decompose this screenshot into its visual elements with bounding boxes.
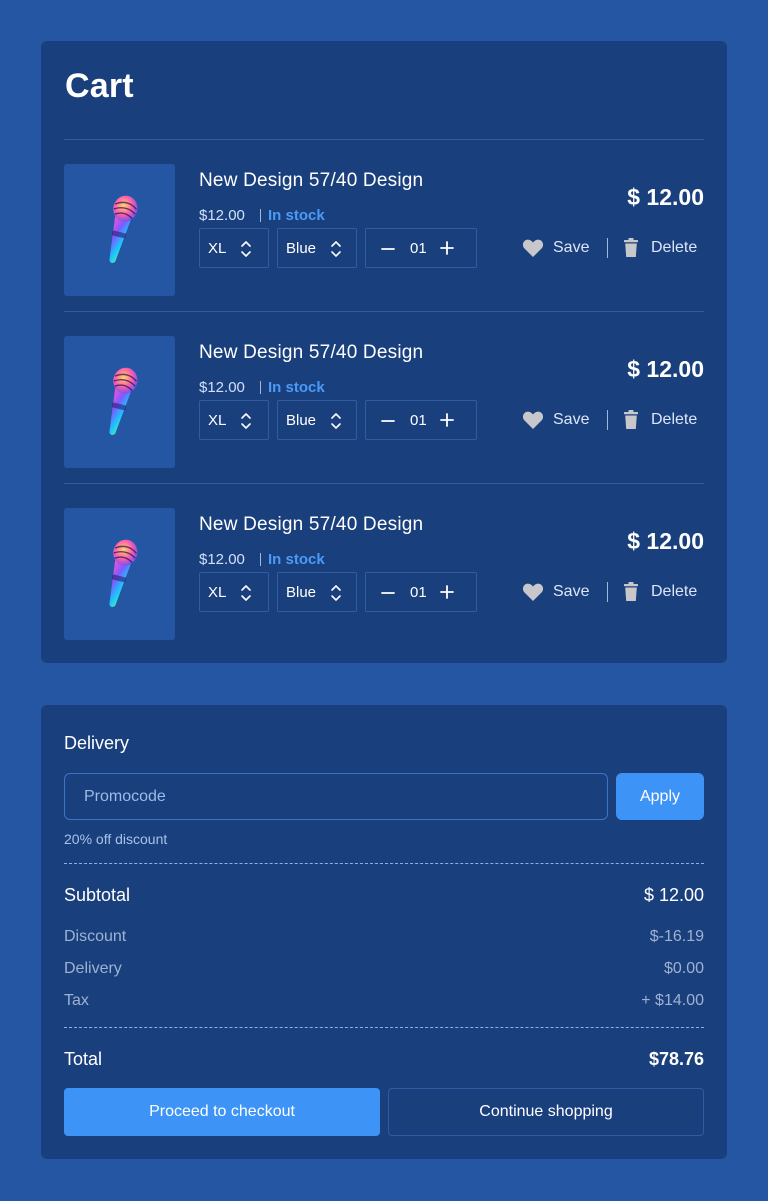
delivery-cost-value: $0.00 [663, 960, 704, 977]
minus-icon[interactable] [380, 413, 396, 429]
chevron-up-down-icon [241, 413, 251, 429]
save-label: Save [553, 411, 590, 428]
cart-item: New Design 57/40 Design $12.00 In stock … [41, 140, 727, 312]
quantity-stepper: 01 [365, 400, 477, 440]
plus-icon[interactable] [439, 412, 455, 428]
delete-label: Delete [651, 411, 698, 428]
checkout-button[interactable]: Proceed to checkout [64, 1088, 380, 1136]
microphone-icon [108, 195, 137, 264]
item-price: $ 12.00 [627, 184, 704, 210]
divider [64, 311, 704, 312]
separator [260, 553, 261, 566]
cart-title: Cart [65, 67, 134, 105]
stock-status: In stock [268, 551, 325, 568]
total-label: Total [64, 1049, 103, 1069]
unit-price: $12.00 [199, 379, 245, 396]
tax-label: Tax [64, 992, 89, 1009]
chevron-up-down-icon [331, 585, 341, 601]
discount-value: $-16.19 [649, 928, 704, 945]
quantity-stepper: 01 [365, 572, 477, 612]
cart-item: New Design 57/40 Design $12.00 In stock … [41, 484, 727, 656]
heart-icon [522, 239, 544, 257]
chevron-up-down-icon [331, 413, 341, 429]
delivery-cost-label: Delivery [64, 960, 122, 977]
trash-icon [624, 410, 638, 429]
separator [260, 209, 261, 222]
quantity-stepper: 01 [365, 228, 477, 268]
save-label: Save [553, 583, 590, 600]
color-select[interactable]: Blue [277, 228, 357, 268]
continue-shopping-button[interactable]: Continue shopping [388, 1088, 704, 1136]
size-select[interactable]: XL [199, 572, 269, 612]
tax-value: + $14.00 [641, 992, 704, 1009]
product-name[interactable]: New Design 57/40 Design [199, 342, 423, 364]
plus-icon[interactable] [439, 240, 455, 256]
subtotal-value: $ 12.00 [643, 885, 704, 905]
total-value: $78.76 [648, 1049, 704, 1069]
delivery-heading: Delivery [64, 733, 130, 753]
heart-icon [522, 411, 544, 429]
divider [64, 483, 704, 484]
dashed-divider [64, 1027, 704, 1028]
action-separator [607, 582, 608, 602]
minus-icon[interactable] [380, 241, 396, 257]
plus-icon[interactable] [439, 584, 455, 600]
stock-status: In stock [268, 207, 325, 224]
quantity-value[interactable]: 01 [410, 240, 427, 257]
product-name[interactable]: New Design 57/40 Design [199, 170, 423, 192]
microphone-icon [108, 539, 137, 608]
subtotal-label: Subtotal [64, 885, 131, 905]
size-value: XL [208, 584, 227, 601]
quantity-value[interactable]: 01 [410, 412, 427, 429]
cart-panel: Cart New Design 57/40 Design $12.00 In s… [41, 41, 727, 663]
product-image[interactable] [64, 508, 175, 640]
chevron-up-down-icon [331, 241, 341, 257]
cart-item: New Design 57/40 Design $12.00 In stock … [41, 312, 727, 484]
chevron-up-down-icon [241, 585, 251, 601]
product-name[interactable]: New Design 57/40 Design [199, 514, 423, 536]
item-price: $ 12.00 [627, 356, 704, 382]
color-value: Blue [286, 584, 317, 601]
stock-status: In stock [268, 379, 325, 396]
action-separator [607, 410, 608, 430]
minus-icon[interactable] [380, 585, 396, 601]
size-select[interactable]: XL [199, 228, 269, 268]
trash-icon [624, 582, 638, 601]
delete-label: Delete [651, 239, 698, 256]
heart-icon [522, 583, 544, 601]
dashed-divider [64, 863, 704, 864]
color-value: Blue [286, 412, 317, 429]
discount-label: Discount [64, 928, 127, 945]
product-image[interactable] [64, 336, 175, 468]
color-select[interactable]: Blue [277, 572, 357, 612]
action-separator [607, 238, 608, 258]
chevron-up-down-icon [241, 241, 251, 257]
quantity-value[interactable]: 01 [410, 584, 427, 601]
item-price: $ 12.00 [627, 528, 704, 554]
size-select[interactable]: XL [199, 400, 269, 440]
unit-price: $12.00 [199, 207, 245, 224]
promocode-input[interactable] [64, 773, 608, 820]
size-value: XL [208, 412, 227, 429]
microphone-icon [108, 367, 137, 436]
trash-icon [624, 238, 638, 257]
apply-button[interactable]: Apply [616, 773, 704, 820]
product-image[interactable] [64, 164, 175, 296]
delete-label: Delete [651, 583, 698, 600]
color-value: Blue [286, 240, 317, 257]
unit-price: $12.00 [199, 551, 245, 568]
save-label: Save [553, 239, 590, 256]
size-value: XL [208, 240, 227, 257]
separator [260, 381, 261, 394]
color-select[interactable]: Blue [277, 400, 357, 440]
promo-note: 20% off discount [64, 831, 168, 847]
order-summary-panel: Delivery Apply 20% off discount Subtotal… [41, 705, 727, 1159]
